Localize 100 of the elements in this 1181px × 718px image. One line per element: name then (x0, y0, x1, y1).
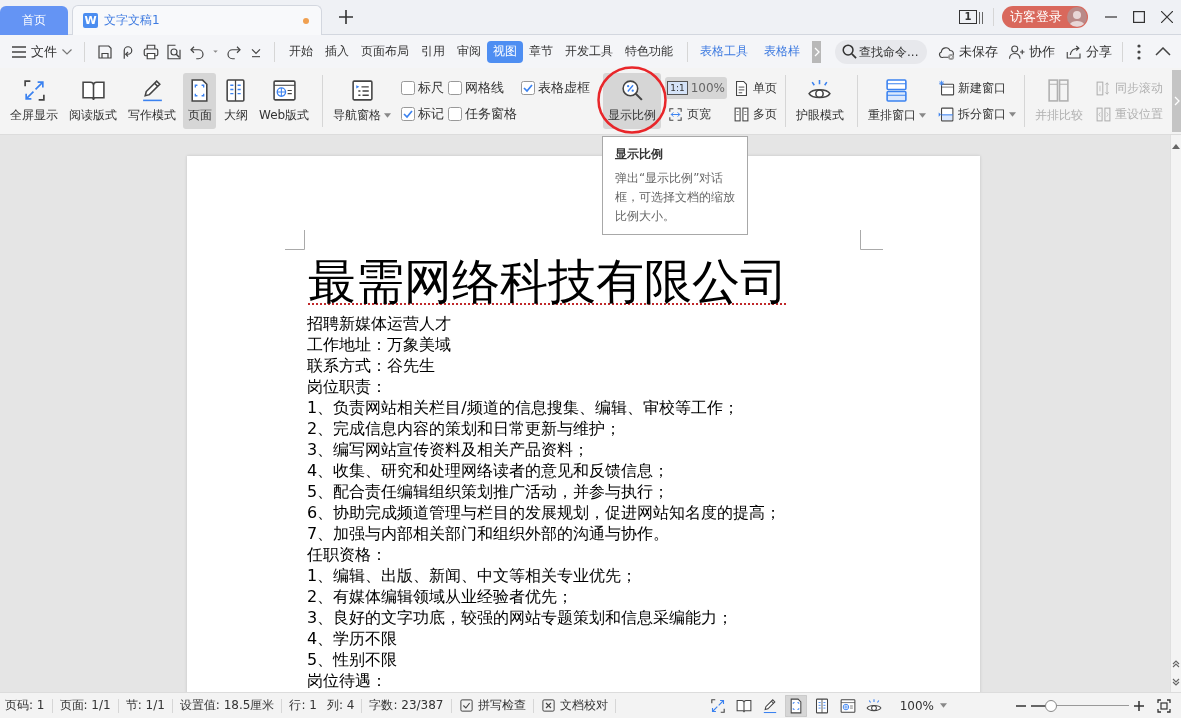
zoom-option-button[interactable]: 多页 (730, 103, 779, 125)
document-line: 2、完成信息内容的策划和日常更新与维护； (306, 418, 623, 439)
fit-page-icon[interactable] (1157, 698, 1171, 713)
ribbon-tab[interactable]: 开始 (283, 40, 319, 63)
view-mode-button[interactable]: 阅读版式 (65, 73, 121, 129)
chevron-down-icon (62, 48, 72, 55)
document-line: 5、性别不限 (306, 649, 399, 670)
status-field: 行: 1 (289, 697, 317, 714)
ribbon-tab[interactable]: 审阅 (451, 40, 487, 63)
file-menu-button[interactable]: 文件 (10, 39, 76, 64)
document-line: 联系方式：谷先生 (306, 355, 436, 376)
caret-icon (940, 703, 947, 708)
maximize-icon (1133, 11, 1145, 23)
search-field[interactable]: 查找命令... (835, 39, 927, 64)
document-line: 4、收集、研究和处理网络读者的意见和反馈信息； (306, 460, 671, 481)
checkbox[interactable] (521, 81, 536, 95)
percent-magnifier-icon (619, 78, 645, 103)
zoom-option-button[interactable]: 页宽 (665, 103, 727, 125)
document-line: 工作地址：万象美域 (306, 334, 452, 355)
zoom-button[interactable]: 显示比例 (603, 73, 662, 129)
checkbox[interactable] (448, 107, 463, 121)
view-mode-button[interactable]: 写作模式 (124, 73, 180, 129)
view-mode-button[interactable]: 页面 (183, 73, 216, 129)
bars-icon (979, 10, 983, 24)
tooltip-title: 显示比例 (615, 146, 664, 163)
checkbox-label: 标尺 (418, 79, 445, 97)
globe-window-icon (271, 78, 297, 103)
caret-icon (1008, 111, 1016, 117)
view-mode-button[interactable]: 全屏显示 (6, 73, 62, 129)
document-line: 2、有媒体编辑领域从业经验者优先； (306, 586, 575, 607)
zoom-slider-thumb[interactable] (1044, 699, 1057, 712)
status-field: 设置值: 18.5厘米 (179, 697, 275, 714)
print-icon[interactable] (141, 42, 160, 61)
checkbox[interactable] (448, 81, 463, 95)
save-icon[interactable] (95, 42, 114, 61)
split-window-icon (937, 105, 955, 123)
navigation-pane-button[interactable]: 导航窗格 (329, 73, 396, 129)
document-line: 3、编写网站宣传资料及相关产品资料； (306, 439, 591, 460)
fullscreen-icon (21, 78, 47, 103)
caret-icon (918, 113, 926, 118)
context-tab[interactable]: 表格工具 (696, 40, 752, 63)
window-action-button[interactable]: 新建窗口 (935, 77, 1018, 99)
caret-up-icon (1172, 144, 1180, 149)
search-icon (842, 44, 857, 59)
document-line: 招聘新媒体运营人才 (306, 313, 452, 334)
stacked-windows-icon (884, 78, 910, 103)
ratio-icon: 1:1 (667, 81, 688, 95)
eye-mode-button[interactable]: 护眼模式 (791, 73, 848, 129)
new-window-icon (937, 79, 955, 97)
status-toggle-button[interactable]: 拼写检查 (458, 697, 526, 714)
document-line: 7、加强与内部相关部门和组织外部的沟通与协作。 (306, 523, 671, 544)
avatar-icon (1067, 7, 1087, 27)
two-columns-icon (1094, 105, 1112, 123)
arrange-windows-button[interactable]: 重排窗口 (863, 73, 930, 129)
page-icon[interactable] (784, 694, 807, 717)
plus-icon (338, 9, 354, 25)
add-user-icon (1008, 42, 1026, 61)
ribbon-tab[interactable]: 章节 (523, 40, 559, 63)
checkbox-label: 标记 (418, 105, 445, 123)
chevron-right-icon (1173, 96, 1180, 106)
zoom-option-button[interactable]: 1:1 100% (665, 77, 727, 99)
checkbox[interactable] (401, 81, 416, 95)
app-logo-icon: W (83, 13, 98, 28)
window-count-button[interactable]: 1 (959, 10, 977, 24)
document-line: 4、学历不限 (306, 628, 399, 649)
document-line: 5、配合责任编辑组织策划推广活动，并参与执行； (306, 481, 671, 502)
view-mode-button[interactable]: Web版式 (255, 73, 314, 129)
action-button[interactable]: 未保存 (938, 39, 998, 64)
ribbon-tab[interactable]: 开发工具 (559, 40, 619, 63)
document-line: 6、协助完成频道管理与栏目的发展规划，促进网站知名度的提高； (306, 502, 783, 523)
list-window-icon (349, 78, 375, 103)
plus-icon[interactable] (1134, 700, 1144, 711)
vertical-scrollbar[interactable] (1170, 135, 1181, 692)
scroll-arrows-icon (1094, 79, 1112, 97)
ribbon-tab[interactable]: 特色功能 (619, 40, 679, 63)
status-field: 节: 1/1 (125, 697, 165, 714)
document-line: 岗位待遇： (306, 670, 388, 691)
window-action-button[interactable]: 拆分窗口 (935, 103, 1018, 125)
action-button[interactable]: 协作 (1008, 39, 1055, 64)
width-arrows-icon (667, 105, 685, 123)
tooltip-text: 弹出“显示比例”对话框，可选择文档的缩放比例大小。 (615, 170, 735, 225)
document-line: 岗位职责： (306, 376, 388, 397)
ribbon-tab[interactable]: 页面布局 (355, 40, 415, 63)
status-field: 页面: 1/1 (59, 697, 111, 714)
ribbon-tab[interactable]: 引用 (415, 40, 451, 63)
status-toggle-button[interactable]: 文档校对 (540, 697, 608, 714)
view-mode-button[interactable]: 大纲 (219, 73, 252, 129)
two-columns-icon (1046, 78, 1072, 103)
context-tab[interactable]: 表格样 (760, 40, 804, 63)
print-preview-icon[interactable] (164, 42, 183, 61)
checkbox[interactable] (401, 107, 416, 121)
zoom-option-button[interactable]: 单页 (730, 77, 779, 99)
window-tab[interactable]: W 文字文稿1 (72, 5, 322, 35)
action-button[interactable]: 分享 (1065, 39, 1112, 64)
document-heading: 最需网络科技有限公司 (308, 253, 788, 309)
close-icon (1161, 11, 1173, 23)
zoom-level-button[interactable]: 100% (899, 698, 947, 713)
checkbox-label: 表格虚框 (538, 79, 591, 97)
status-field: 字数: 23/387 (369, 697, 444, 714)
ribbon-tab[interactable]: 插入 (319, 40, 355, 63)
